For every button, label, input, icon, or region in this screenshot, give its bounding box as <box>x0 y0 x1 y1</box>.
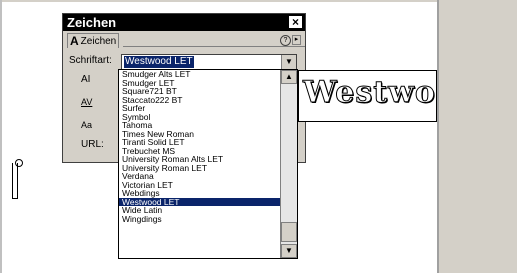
panel-title: Zeichen <box>67 15 117 30</box>
window-left-frame <box>0 0 2 273</box>
text-cursor-icon <box>12 163 18 199</box>
close-icon[interactable]: × <box>289 16 302 28</box>
chevron-down-icon[interactable]: ▼ <box>281 55 296 69</box>
dropdown-scrollbar[interactable]: ▲ ▼ <box>280 70 297 258</box>
font-list: Smudger Alts LET Smudger LET Square721 BT S… <box>119 70 281 223</box>
font-preview: Westwood I <box>298 70 437 122</box>
font-preview-text: Westwood I <box>302 75 436 111</box>
font-size-icon: AI <box>81 74 91 85</box>
tab-divider <box>123 46 305 47</box>
scroll-down-icon[interactable]: ▼ <box>281 244 297 258</box>
help-icon[interactable]: ? <box>280 35 291 46</box>
tab-character[interactable]: A Zeichen <box>67 33 120 48</box>
character-tab-icon: A <box>70 33 79 48</box>
kerning-icon: AV <box>81 97 93 107</box>
panel-menu-arrow-icon[interactable]: ▸ <box>292 35 301 45</box>
font-label: Schriftart: <box>69 55 112 66</box>
font-dropdown-list[interactable]: Smudger Alts LET Smudger LET Square721 BT S… <box>118 69 298 259</box>
panel-titlebar[interactable]: Zeichen × <box>63 14 305 31</box>
url-label: URL: <box>81 139 104 150</box>
baseline-shift-icon: Aa <box>81 120 93 130</box>
scroll-up-icon[interactable]: ▲ <box>281 70 297 84</box>
font-select-value: Westwood LET <box>124 56 194 68</box>
tab-character-label: Zeichen <box>80 35 117 47</box>
pasteboard-area <box>437 0 517 273</box>
scrollbar-thumb[interactable] <box>281 222 297 242</box>
font-select[interactable]: Westwood LET ▼ <box>121 54 297 70</box>
font-option[interactable]: Wingdings <box>119 214 281 224</box>
panel-tabstrip: A Zeichen ? ▸ <box>63 31 305 48</box>
page-edge <box>437 0 439 273</box>
